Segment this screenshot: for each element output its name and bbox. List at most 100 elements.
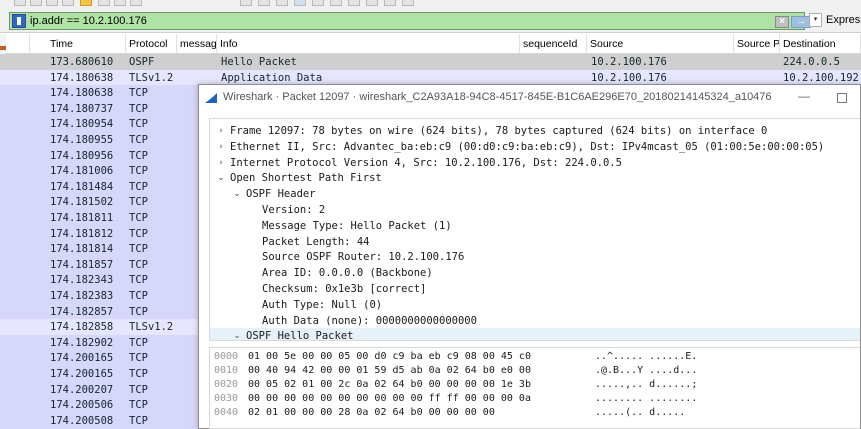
stop-capture-icon[interactable] — [30, 0, 42, 6]
start-capture-icon[interactable] — [14, 0, 26, 6]
tree-node[interactable]: Checksum: 0x1e3b [correct] — [210, 281, 860, 297]
go-to-packet-icon[interactable] — [294, 0, 306, 6]
tree-node-label: Packet Length: 44 — [262, 235, 370, 248]
colorize-icon[interactable] — [366, 0, 378, 6]
tree-node[interactable]: ⌄ OSPF Header — [210, 186, 860, 202]
column-header-no[interactable] — [6, 34, 30, 54]
hex-offset: 0010 — [214, 365, 239, 376]
cell-protocol: TCP — [129, 399, 148, 412]
tree-node[interactable]: › Frame 12097: 78 bytes on wire (624 bits… — [210, 123, 860, 139]
minimize-button[interactable]: — — [797, 89, 811, 105]
tree-node[interactable]: Auth Data (none): 0000000000000000 — [210, 313, 860, 329]
collapse-arrow-icon[interactable]: ⌄ — [216, 170, 226, 186]
cell-protocol: TCP — [129, 180, 148, 193]
cell-time: 174.180954 — [50, 118, 114, 131]
options-icon[interactable] — [62, 0, 74, 6]
cell-time: 174.200165 — [50, 368, 114, 380]
column-header-source[interactable]: Source — [587, 34, 734, 54]
zoom-in-icon[interactable] — [384, 0, 396, 6]
cell-time: 173.680610 — [50, 56, 114, 68]
column-header-time[interactable]: Time — [30, 34, 126, 54]
column-header-destination[interactable]: Destination — [780, 34, 861, 54]
hex-offset: 0020 — [214, 379, 239, 390]
tree-node[interactable]: ⌄ Open Shortest Path First — [210, 170, 860, 186]
cell-time: 174.200207 — [50, 383, 114, 396]
packet-details-tree[interactable]: › Frame 12097: 78 bytes on wire (624 bits… — [209, 118, 860, 341]
tree-node[interactable]: Packet Length: 44 — [210, 234, 860, 250]
tree-node-label: OSPF Hello Packet — [246, 330, 354, 341]
hex-bytes: 01 00 5e 00 00 05 00 d0 c9 ba eb c9 08 0… — [248, 351, 531, 362]
hex-offset: 0000 — [214, 351, 239, 362]
column-header-message[interactable]: messag — [177, 34, 217, 54]
go-back-icon[interactable] — [258, 0, 270, 6]
tree-node-label: Open Shortest Path First — [230, 172, 382, 185]
cell-protocol: TLSv1.2 — [129, 321, 174, 334]
tree-node[interactable]: Version: 2 — [210, 202, 860, 218]
clear-filter-button[interactable]: × — [775, 16, 789, 28]
window-title: Wireshark · Packet 12097 · wireshark_C2A… — [223, 91, 772, 103]
cell-protocol: TCP — [129, 274, 148, 287]
wireshark-fin-icon — [205, 93, 217, 103]
recent-filters-dropdown[interactable]: ▾ — [809, 13, 822, 27]
filter-bookmark-icon[interactable] — [12, 14, 26, 28]
column-header-protocol[interactable]: Protocol — [126, 34, 177, 54]
find-icon[interactable] — [240, 0, 252, 6]
first-packet-icon[interactable] — [312, 0, 324, 6]
tree-node[interactable]: Message Type: Hello Packet (1) — [210, 218, 860, 234]
cell-time: 174.180955 — [50, 134, 114, 146]
last-packet-icon[interactable] — [330, 0, 342, 6]
column-header-info[interactable]: Info — [217, 34, 520, 54]
save-file-icon[interactable] — [98, 0, 110, 6]
expand-arrow-icon[interactable]: › — [216, 155, 226, 171]
tree-node[interactable]: ⌄ OSPF Hello Packet — [210, 328, 860, 341]
tree-node-label: Auth Type: Null (0) — [262, 298, 383, 311]
tree-node-label: OSPF Header — [246, 188, 316, 201]
tree-node-label: Area ID: 0.0.0.0 (Backbone) — [262, 267, 433, 280]
expand-arrow-icon[interactable]: › — [216, 139, 226, 155]
cell-protocol: TCP — [129, 383, 148, 396]
cell-protocol: TCP — [129, 243, 148, 256]
autoscroll-icon[interactable] — [348, 0, 360, 6]
cell-time: 174.200508 — [50, 414, 114, 427]
go-forward-icon[interactable] — [276, 0, 288, 6]
cell-protocol: TCP — [129, 258, 148, 271]
cell-protocol: TCP — [129, 118, 148, 131]
cell-protocol: TCP — [129, 196, 148, 209]
cell-time: 174.181502 — [50, 196, 114, 209]
zoom-out-icon[interactable] — [402, 0, 414, 6]
window-titlebar[interactable]: Wireshark · Packet 12097 · wireshark_C2A… — [199, 85, 860, 111]
column-header-sequenceid[interactable]: sequenceId — [520, 34, 587, 54]
packet-bytes-pane[interactable]: 0000 01 00 5e 00 00 05 00 d0 c9 ba eb c9 … — [209, 347, 860, 429]
expand-arrow-icon[interactable]: › — [216, 123, 226, 139]
cell-protocol: TCP — [129, 368, 148, 380]
collapse-arrow-icon[interactable]: ⌄ — [232, 328, 242, 340]
tree-node[interactable]: › Ethernet II, Src: Advantec_ba:eb:c9 (00… — [210, 139, 860, 155]
cell-source: 10.2.100.176 — [591, 56, 667, 68]
column-header-source-port[interactable]: Source P — [734, 34, 780, 54]
reload-icon[interactable] — [130, 0, 142, 6]
open-file-icon[interactable] — [80, 0, 92, 6]
cell-time: 174.181857 — [50, 258, 114, 271]
expression-button[interactable]: Expression... — [826, 14, 861, 26]
tree-node[interactable]: Source OSPF Router: 10.2.100.176 — [210, 249, 860, 265]
restart-capture-icon[interactable] — [46, 0, 58, 6]
close-file-icon[interactable] — [114, 0, 126, 6]
display-filter-text[interactable]: ip.addr == 10.2.100.176 — [30, 15, 147, 27]
hex-bytes: 00 00 00 00 00 00 00 00 00 00 ff ff 00 0… — [248, 393, 531, 404]
cell-time: 174.180956 — [50, 149, 114, 162]
hex-bytes: 00 40 94 42 00 00 01 59 d5 ab 0a 02 64 b… — [248, 365, 531, 376]
cell-time: 174.200506 — [50, 399, 114, 412]
cell-time: 174.181484 — [50, 180, 114, 193]
collapse-arrow-icon[interactable]: ⌄ — [232, 186, 242, 202]
tree-node-label: Message Type: Hello Packet (1) — [262, 219, 452, 232]
apply-filter-button[interactable]: → — [791, 16, 811, 28]
tree-node[interactable]: Auth Type: Null (0) — [210, 297, 860, 313]
cell-protocol: TCP — [129, 102, 148, 115]
maximize-button[interactable] — [837, 93, 847, 103]
packet-detail-window[interactable]: Wireshark · Packet 12097 · wireshark_C2A… — [198, 84, 861, 429]
display-filter-input[interactable]: ip.addr == 10.2.100.176 × → — [9, 12, 811, 30]
tree-node[interactable]: Area ID: 0.0.0.0 (Backbone) — [210, 265, 860, 281]
packet-row[interactable]: 173.680610 OSPF Hello Packet 10.2.100.176 22… — [0, 54, 861, 70]
cell-time: 174.182902 — [50, 336, 114, 349]
tree-node[interactable]: › Internet Protocol Version 4, Src: 10.2.… — [210, 155, 860, 171]
